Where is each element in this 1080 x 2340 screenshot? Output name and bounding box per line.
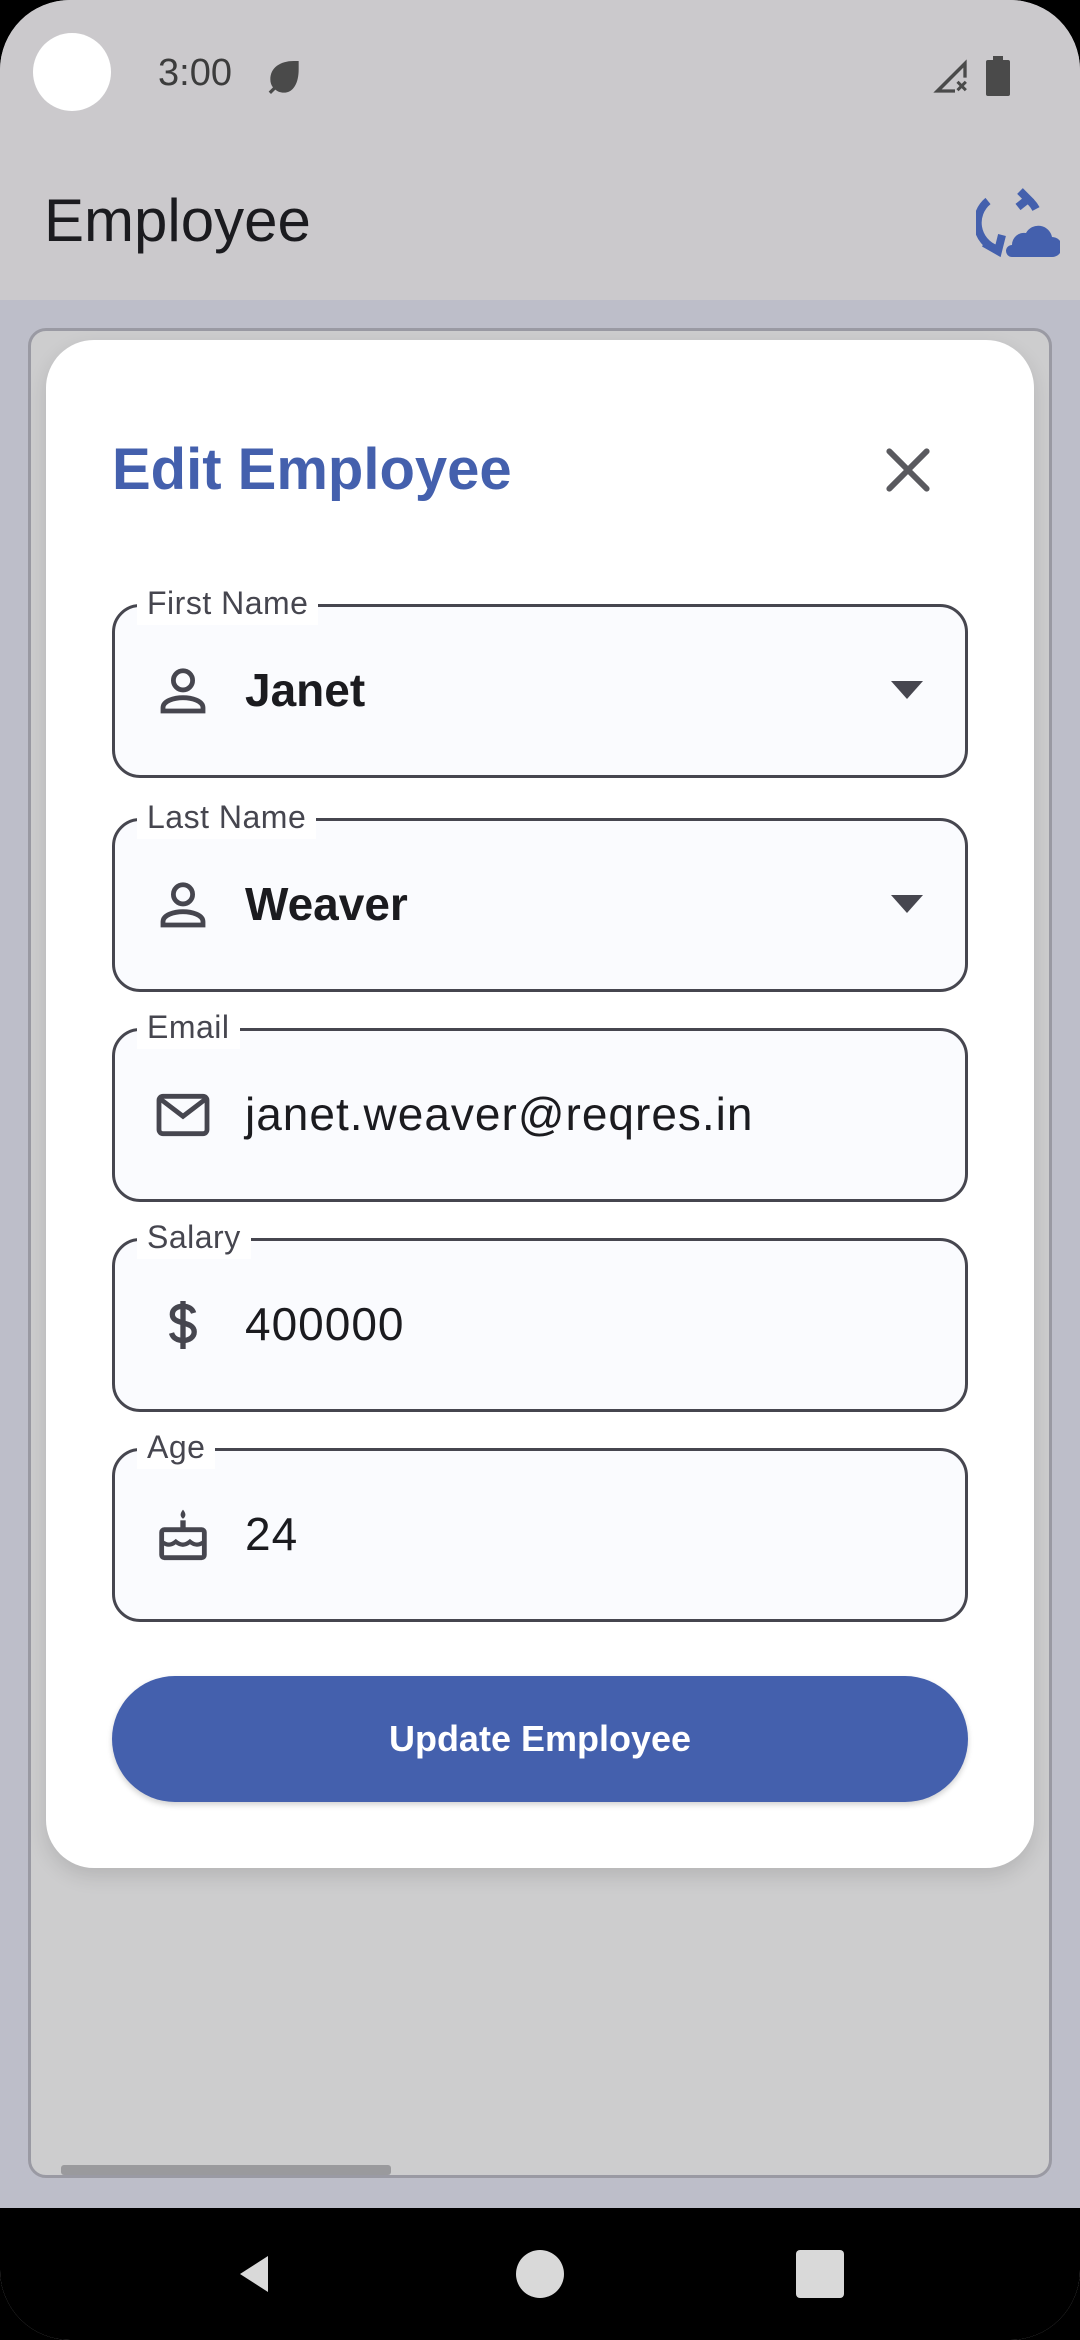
age-field[interactable]: Age 24: [112, 1425, 968, 1622]
first-name-field[interactable]: First Name Janet: [112, 581, 968, 778]
edit-employee-dialog: Edit Employee First Name Janet Last Name…: [46, 340, 1034, 1868]
app-bar: Employee: [0, 150, 1080, 300]
mail-icon: [156, 1093, 210, 1137]
email-label: Email: [137, 1005, 240, 1049]
update-employee-button[interactable]: Update Employee: [112, 1676, 968, 1802]
leaf-icon: [268, 61, 299, 94]
dollar-icon: [168, 1301, 197, 1349]
dropdown-arrow-icon[interactable]: [891, 681, 923, 701]
battery-icon: [986, 56, 1010, 96]
age-label: Age: [137, 1425, 216, 1469]
dialog-title: Edit Employee: [112, 437, 512, 502]
salary-label: Salary: [137, 1215, 251, 1259]
email-field[interactable]: Email janet.weaver@reqres.in: [112, 1005, 968, 1202]
recents-icon[interactable]: [796, 2250, 844, 2298]
dropdown-arrow-icon[interactable]: [891, 895, 923, 915]
signal-off-icon: [933, 59, 967, 93]
cloud-sync-icon[interactable]: [976, 188, 1060, 262]
navigation-bar: [0, 2208, 1080, 2340]
scroll-indicator: [61, 2165, 391, 2175]
age-value: 24: [245, 1508, 299, 1560]
email-value: janet.weaver@reqres.in: [245, 1088, 754, 1140]
first-name-label: First Name: [137, 581, 319, 625]
salary-value: 400000: [245, 1298, 405, 1350]
home-icon[interactable]: [516, 2250, 564, 2298]
status-time: 3:00: [158, 52, 232, 94]
cake-icon: [159, 1509, 207, 1561]
back-icon[interactable]: [232, 2250, 280, 2298]
person-icon: [160, 882, 206, 928]
first-name-value: Janet: [245, 664, 366, 716]
last-name-label: Last Name: [137, 795, 317, 839]
last-name-field[interactable]: Last Name Weaver: [112, 795, 968, 992]
phone-screen: 3:00 Employee Edit Employee First Name J…: [0, 0, 1080, 2340]
camera-cutout: [33, 33, 111, 111]
page-title: Employee: [44, 187, 311, 254]
status-bar: 3:00: [0, 0, 1080, 150]
salary-field[interactable]: Salary 400000: [112, 1215, 968, 1412]
close-icon[interactable]: [876, 438, 940, 502]
person-icon: [160, 668, 206, 714]
last-name-value: Weaver: [245, 878, 408, 930]
